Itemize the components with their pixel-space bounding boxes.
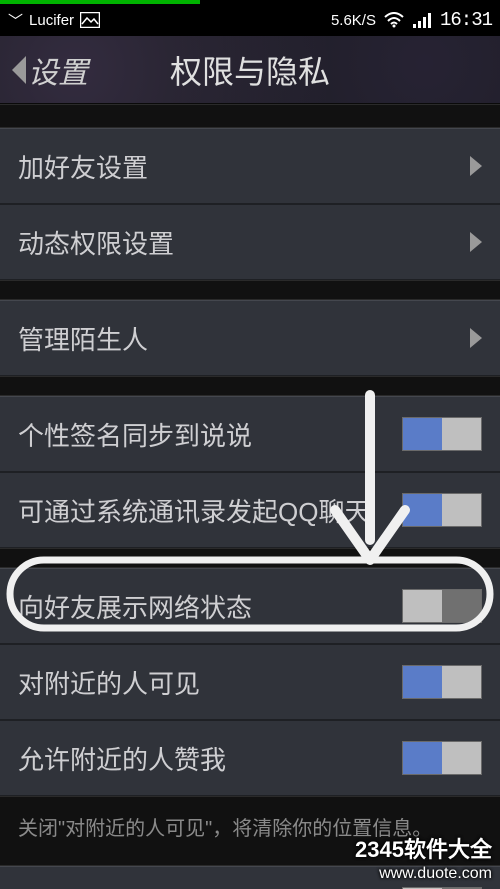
page-title: 权限与隐私 <box>170 47 330 93</box>
status-speed: 5.6K/S <box>331 12 376 29</box>
status-time: 16:31 <box>440 9 492 31</box>
row-label: 动态权限设置 <box>18 224 470 261</box>
row-manage-strangers[interactable]: 管理陌生人 <box>0 300 500 376</box>
row-add-friend-settings[interactable]: 加好友设置 <box>0 128 500 204</box>
row-sync-signature: 个性签名同步到说说 <box>0 396 500 472</box>
signal-icon <box>412 12 432 28</box>
chevron-right-icon <box>470 156 482 176</box>
toggle-show-network[interactable] <box>402 589 482 623</box>
row-allow-nearby-like: 允许附近的人赞我 <box>0 720 500 796</box>
row-qq-chat: 可通过系统通讯录发起QQ聊天 <box>0 472 500 548</box>
watermark-line2: www.duote.com <box>355 864 492 883</box>
row-label: 向好友展示网络状态 <box>18 588 402 625</box>
row-label: 加好友设置 <box>18 148 470 185</box>
chevron-right-icon <box>470 232 482 252</box>
wifi-icon <box>384 12 404 28</box>
watermark-line1: 2345软件大全 <box>355 837 492 863</box>
watermark: 2345软件大全 www.duote.com <box>355 837 492 883</box>
row-label: 连续登录天数对他人可见 <box>18 886 402 889</box>
row-label: 管理陌生人 <box>18 320 470 357</box>
status-prefix: ﹀ <box>8 10 23 31</box>
row-visible-nearby: 对附近的人可见 <box>0 644 500 720</box>
chevron-right-icon <box>470 328 482 348</box>
row-label: 个性签名同步到说说 <box>18 416 402 453</box>
toggle-visible-nearby[interactable] <box>402 665 482 699</box>
chevron-left-icon <box>12 56 26 84</box>
back-label: 设置 <box>28 48 88 92</box>
toggle-sync-signature[interactable] <box>402 417 482 451</box>
row-dynamic-permission[interactable]: 动态权限设置 <box>0 204 500 280</box>
row-label: 对附近的人可见 <box>18 664 402 701</box>
row-label: 允许附近的人赞我 <box>18 740 402 777</box>
row-label: 可通过系统通讯录发起QQ聊天 <box>18 492 402 529</box>
status-bar: ﹀ Lucifer 5.6K/S 16:31 <box>0 4 500 36</box>
row-show-network-status: 向好友展示网络状态 <box>0 568 500 644</box>
toggle-qq-chat[interactable] <box>402 493 482 527</box>
gallery-icon <box>80 12 100 28</box>
header: 设置 权限与隐私 <box>0 36 500 104</box>
toggle-allow-nearby-like[interactable] <box>402 741 482 775</box>
status-app-name: Lucifer <box>29 12 74 29</box>
back-button[interactable]: 设置 <box>12 48 88 92</box>
